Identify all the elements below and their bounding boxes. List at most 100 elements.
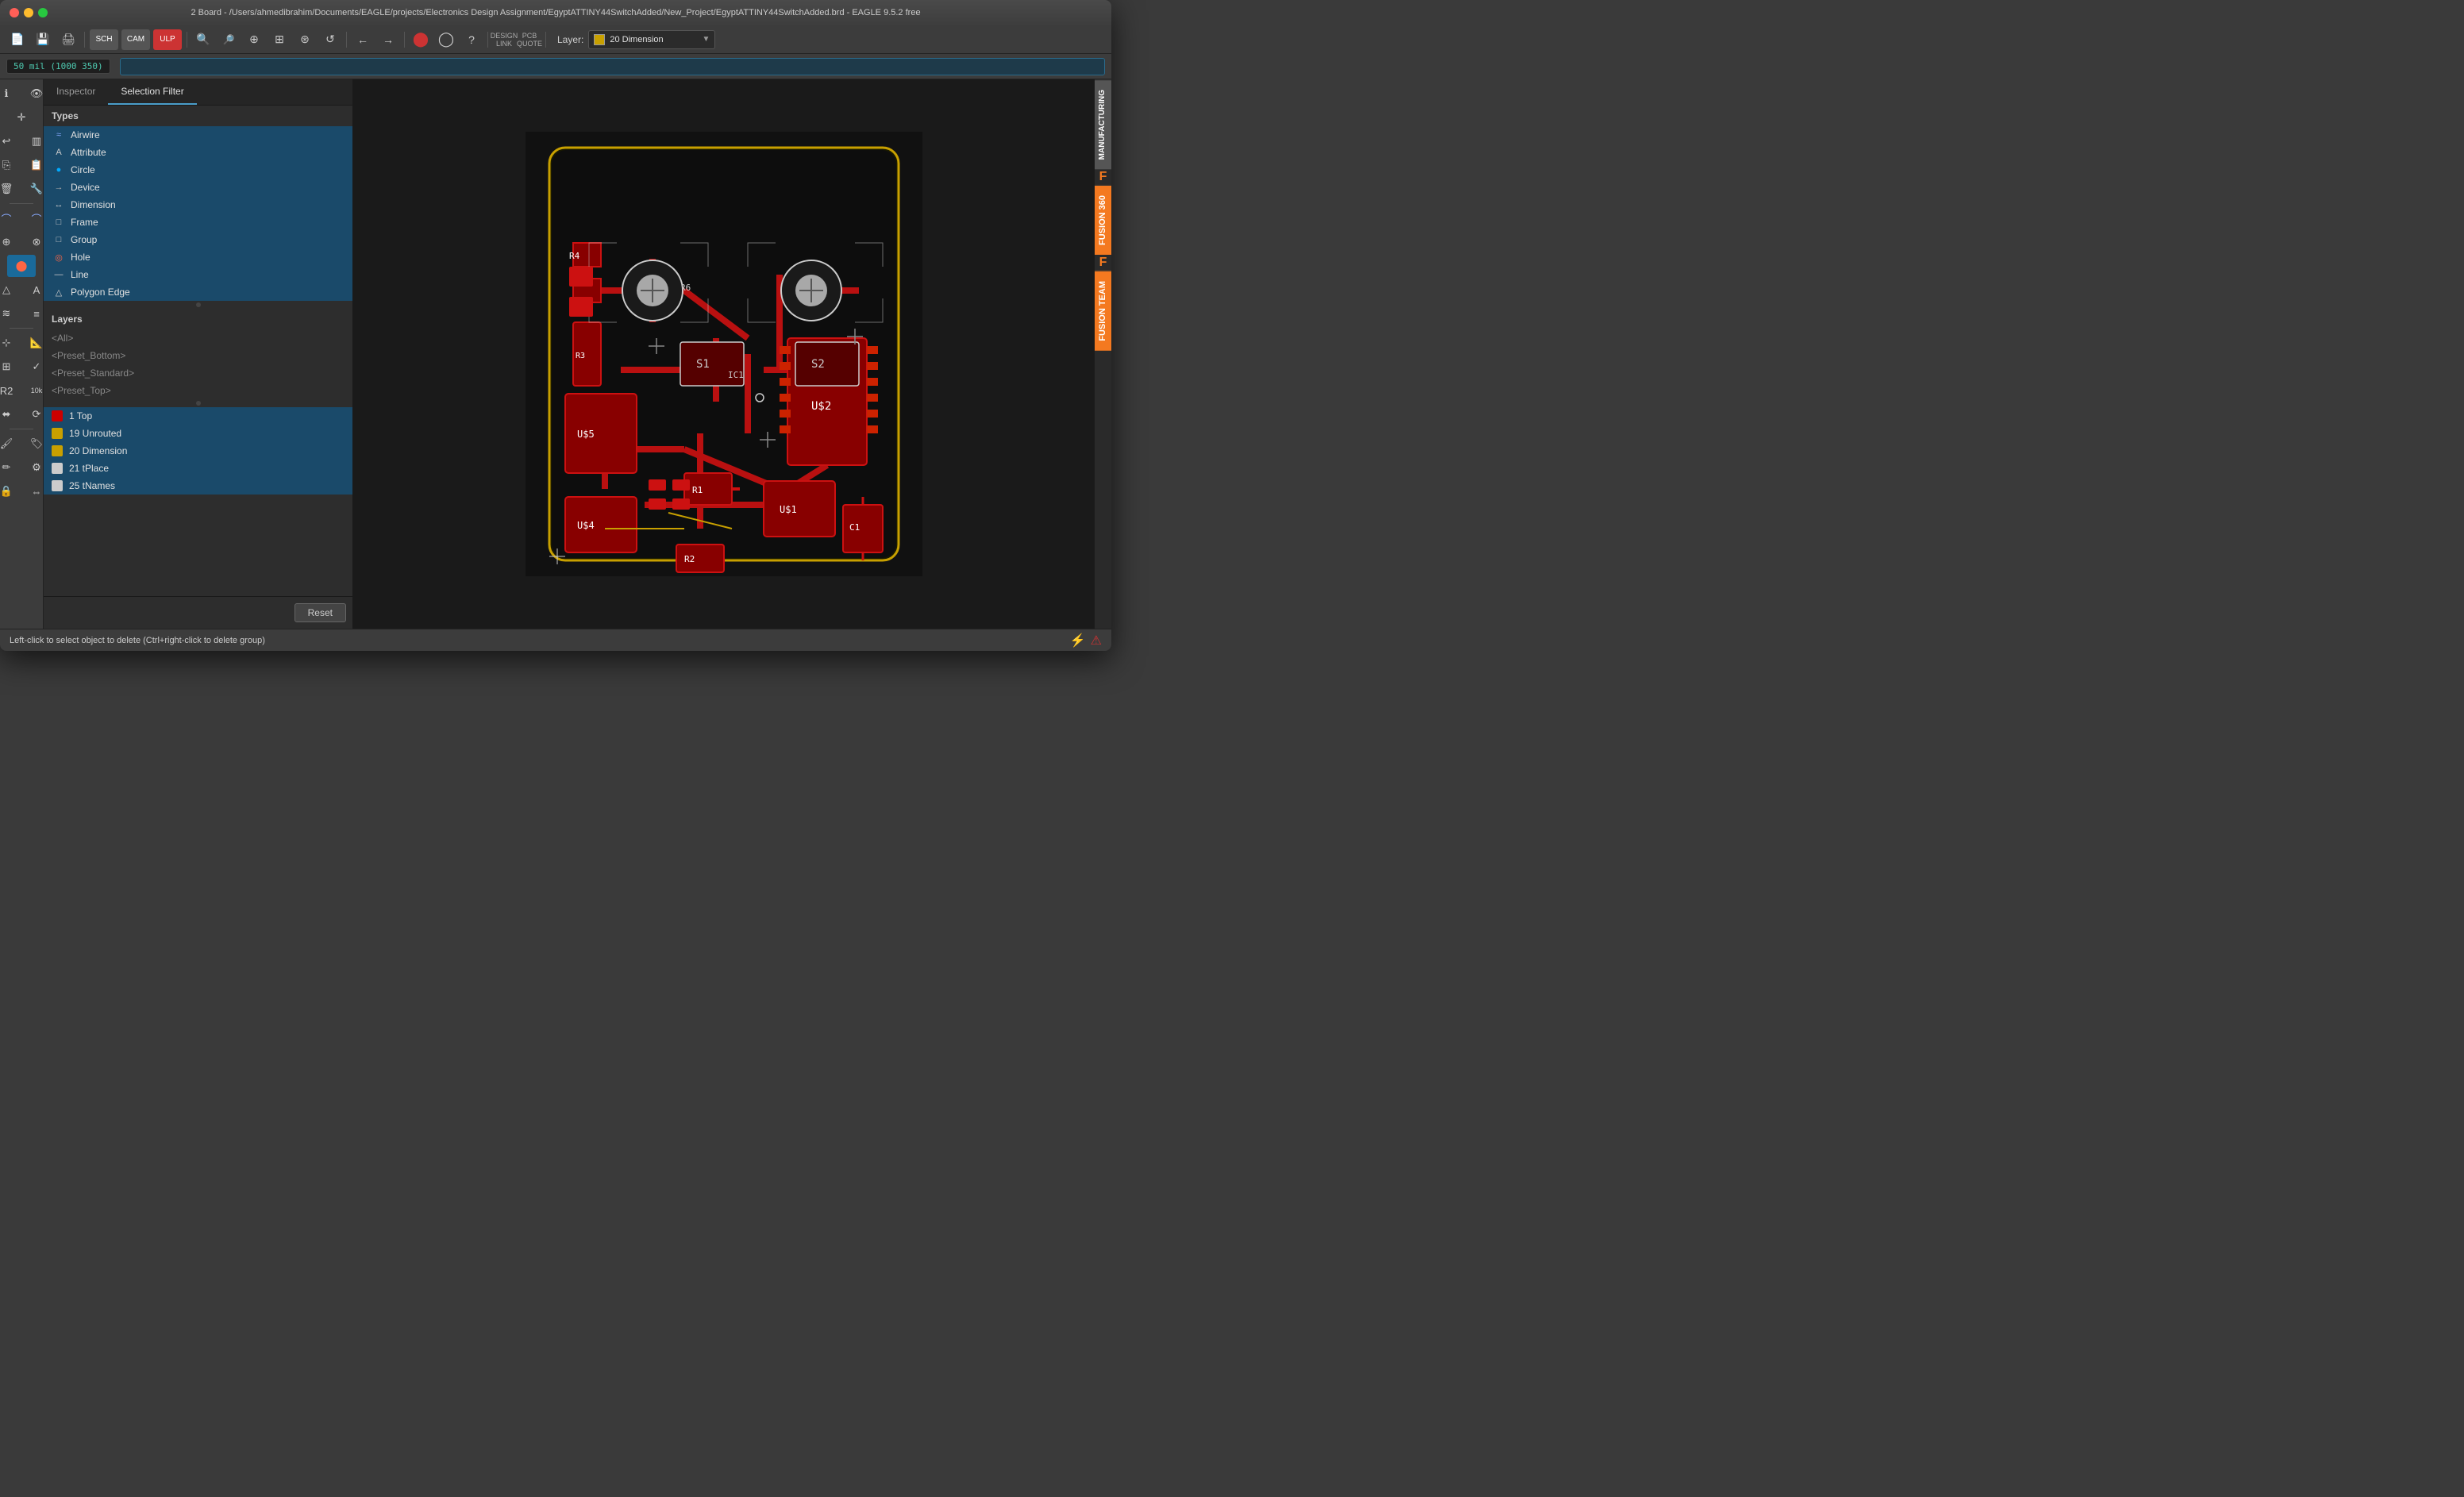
zoom-out-button[interactable]: 🔎 xyxy=(218,29,240,50)
lt-pair-5: ⌒ ⌒ xyxy=(0,207,44,229)
reset-button[interactable]: Reset xyxy=(295,603,346,622)
move3d-button[interactable]: ⬌ xyxy=(0,403,21,425)
bus-button[interactable]: ≡ xyxy=(22,302,44,325)
lt-pair-15: 🔒 ⇔ xyxy=(0,480,44,502)
back-button[interactable]: ← xyxy=(352,29,374,50)
zoom-area-button[interactable]: ⊞ xyxy=(268,29,291,50)
undo-button[interactable]: ↩ xyxy=(0,130,21,152)
maximize-button[interactable] xyxy=(38,8,48,17)
tool-button[interactable]: 🔧 xyxy=(22,178,44,200)
route2-button[interactable]: ⌒ xyxy=(22,207,44,229)
minimize-button[interactable] xyxy=(24,8,33,17)
svg-text:IC1: IC1 xyxy=(728,370,744,380)
panel-footer: Reset xyxy=(44,596,352,629)
poly-button[interactable]: △ xyxy=(0,279,21,301)
fusion-team-panel-tab[interactable]: FUSION TEAM xyxy=(1095,271,1111,351)
delete-button[interactable]: 🗑 xyxy=(0,178,21,200)
lock-button[interactable]: 🔒 xyxy=(0,480,21,502)
grid-button[interactable]: ⊞ xyxy=(0,356,21,378)
pcb-quote-button[interactable]: PCBQUOTE xyxy=(518,29,541,50)
sch-button[interactable]: SCH xyxy=(90,29,118,50)
info-button[interactable]: ℹ xyxy=(0,83,21,105)
trace-button[interactable]: ✏ xyxy=(0,456,21,479)
save-button[interactable]: 💾 xyxy=(32,29,54,50)
design-link-button[interactable]: DESIGNLINK xyxy=(493,29,515,50)
type-label-attribute: Attribute xyxy=(71,147,106,158)
refresh-button[interactable]: ↺ xyxy=(319,29,341,50)
tab-selection-filter[interactable]: Selection Filter xyxy=(108,79,196,105)
eye-button[interactable]: 👁 xyxy=(22,83,44,105)
label-button[interactable]: R2 xyxy=(0,379,21,402)
zoom-in-button[interactable]: 🔍 xyxy=(192,29,214,50)
preset-standard-label: <Preset_Standard> xyxy=(52,368,134,379)
group-button[interactable]: ▥ xyxy=(22,130,44,152)
print-button[interactable]: 🖨 xyxy=(57,29,79,50)
tag-button[interactable]: 🏷 xyxy=(22,433,44,455)
type-item-polygon-edge[interactable]: △ Polygon Edge xyxy=(44,283,352,301)
via2-button[interactable]: ⊗ xyxy=(22,231,44,253)
attribute-icon: A xyxy=(53,147,64,158)
layer-item-top[interactable]: 1 Top xyxy=(44,407,352,425)
layer-dropdown-text: 20 Dimension xyxy=(610,35,697,44)
preset-bottom[interactable]: <Preset_Bottom> xyxy=(44,347,352,364)
type-item-airwire[interactable]: ≈ Airwire xyxy=(44,126,352,144)
command-input[interactable] xyxy=(120,58,1105,75)
zoom-custom-button[interactable]: ⊛ xyxy=(294,29,316,50)
type-label-dimension: Dimension xyxy=(71,199,116,210)
type-item-circle[interactable]: ● Circle xyxy=(44,161,352,179)
route-button[interactable]: ⌒ xyxy=(0,207,21,229)
lt-pair-10: ⊞ ✓ xyxy=(0,356,44,378)
type-item-group[interactable]: □ Group xyxy=(44,231,352,248)
measure-button[interactable]: 📐 xyxy=(22,332,44,354)
frame-icon: □ xyxy=(53,217,64,228)
layer-item-tplace[interactable]: 21 tPlace xyxy=(44,460,352,477)
net-button[interactable]: ≋ xyxy=(0,302,21,325)
forward-button[interactable]: → xyxy=(377,29,399,50)
value-button[interactable]: 10k xyxy=(22,379,44,402)
section-divider-dot-1 xyxy=(196,302,201,307)
paint-button[interactable]: 🖌 xyxy=(0,433,21,455)
layer-dropdown[interactable]: 20 Dimension ▼ xyxy=(588,30,715,49)
move-button[interactable]: ✛ xyxy=(7,106,36,129)
cam-button[interactable]: CAM xyxy=(121,29,150,50)
layer-item-dimension[interactable]: 20 Dimension xyxy=(44,442,352,460)
type-item-device[interactable]: → Device xyxy=(44,179,352,196)
right-panels: MANUFACTURING F FUSION 360 F FUSION TEAM xyxy=(1094,79,1111,629)
type-item-hole[interactable]: ◎ Hole xyxy=(44,248,352,266)
open-button[interactable]: 📄 xyxy=(6,29,29,50)
type-item-dimension[interactable]: ↔ Dimension xyxy=(44,196,352,214)
paste-button[interactable]: 📋 xyxy=(22,154,44,176)
airwire-button[interactable]: ⬤ xyxy=(7,255,36,277)
layer-item-tnames[interactable]: 25 tNames xyxy=(44,477,352,495)
ulp-button[interactable]: ULP xyxy=(153,29,182,50)
preset-standard[interactable]: <Preset_Standard> xyxy=(44,364,352,382)
manufacturing-panel-tab[interactable]: MANUFACTURING xyxy=(1095,79,1111,169)
type-item-frame[interactable]: □ Frame xyxy=(44,214,352,231)
circle-button[interactable]: ◯ xyxy=(435,29,457,50)
layer-name-tplace: 21 tPlace xyxy=(69,463,109,474)
main-toolbar: 📄 💾 🖨 SCH CAM ULP 🔍 🔎 ⊕ ⊞ ⊛ ↺ ← → ⬤ ◯ ? … xyxy=(0,25,1111,54)
origin-button[interactable]: ⊹ xyxy=(0,332,21,354)
drc-button[interactable]: ✓ xyxy=(22,356,44,378)
preset-all[interactable]: <All> xyxy=(44,329,352,347)
type-item-line[interactable]: — Line xyxy=(44,266,352,283)
type-item-attribute[interactable]: A Attribute xyxy=(44,144,352,161)
rotate-button[interactable]: ⟳ xyxy=(22,403,44,425)
close-button[interactable] xyxy=(10,8,19,17)
preset-top[interactable]: <Preset_Top> xyxy=(44,382,352,399)
help-button[interactable]: ? xyxy=(460,29,483,50)
fusion360-panel-tab[interactable]: FUSION 360 xyxy=(1095,185,1111,255)
stop-button[interactable]: ⬤ xyxy=(410,29,432,50)
layer-swatch-tplace xyxy=(52,463,63,474)
panel-tabs: Inspector Selection Filter xyxy=(44,79,352,106)
copy-button[interactable]: ⎘ xyxy=(0,154,21,176)
zoom-fit-button[interactable]: ⊕ xyxy=(243,29,265,50)
edit-button[interactable]: ⚙ xyxy=(22,456,44,479)
connect-button[interactable]: ⇔ xyxy=(22,480,44,502)
tab-inspector[interactable]: Inspector xyxy=(44,79,108,105)
canvas-area[interactable]: U$2 U$1 xyxy=(353,79,1094,629)
layer-label: Layer: xyxy=(557,34,583,45)
via-button[interactable]: ⊕ xyxy=(0,231,21,253)
text-button[interactable]: A xyxy=(22,279,44,301)
layer-item-unrouted[interactable]: 19 Unrouted xyxy=(44,425,352,442)
